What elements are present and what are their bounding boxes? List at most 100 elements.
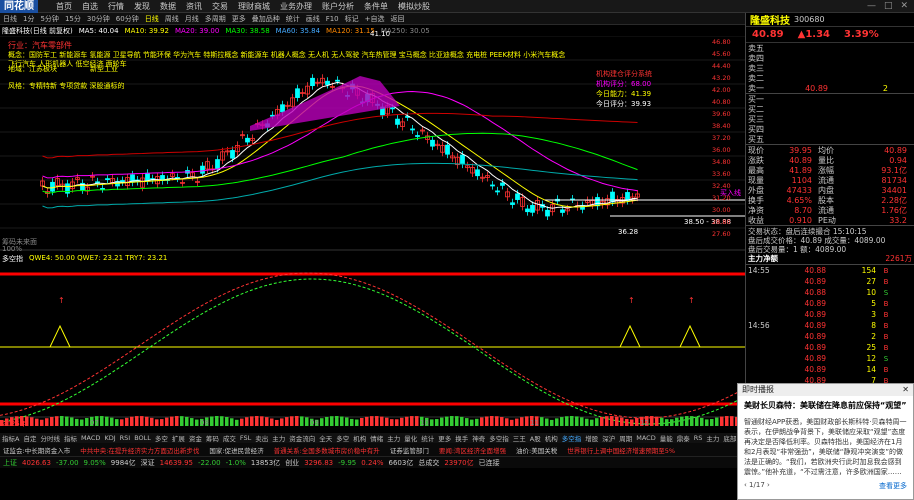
indicator-tab[interactable]: 成交 <box>223 433 236 443</box>
indicator-tab[interactable]: 鼎泰 <box>677 433 690 443</box>
ticker-item[interactable]: 油价:美国关税 <box>516 445 557 455</box>
indicator-tab[interactable]: MACD <box>81 434 100 442</box>
toolbar-item[interactable]: +自选 <box>365 14 385 24</box>
ticker-item[interactable]: 证监会:中长期资金入市 <box>3 445 70 455</box>
menu-item[interactable]: 数据 <box>160 1 176 12</box>
toolbar-item[interactable]: 1分 <box>23 14 34 24</box>
news-more-link[interactable]: 查看更多 <box>879 481 907 491</box>
maximize-icon[interactable]: □ <box>884 1 893 11</box>
toolbar-item[interactable]: 30分钟 <box>87 14 110 24</box>
toolbar-item[interactable]: 日线 <box>3 14 17 24</box>
indicator-tab[interactable]: 周期 <box>619 433 632 443</box>
indicator-tab[interactable]: 量化 <box>404 433 417 443</box>
menu-item[interactable]: 业务办理 <box>280 1 312 12</box>
indicator-title[interactable]: 多空指 <box>2 254 23 264</box>
ticker-item[interactable]: 世界银行上调中国经济增速预期至5% <box>567 445 675 455</box>
minimize-icon[interactable]: — <box>867 1 876 11</box>
menu-item[interactable]: 首页 <box>56 1 72 12</box>
indicator-tab[interactable]: 指标 <box>64 433 77 443</box>
ask-row[interactable]: 卖二 <box>746 73 914 83</box>
indicator-tab[interactable]: 主力 <box>387 433 400 443</box>
ask-row[interactable]: 卖五 <box>746 43 914 53</box>
news-title[interactable]: 美财长贝森特：美联储在降息前应保持“观望” <box>738 396 913 415</box>
indicator-tab[interactable]: 自定 <box>23 433 36 443</box>
close-icon[interactable]: ✕ <box>900 1 908 11</box>
indicator-tab[interactable]: 增股 <box>585 433 598 443</box>
menu-item[interactable]: 条件单 <box>364 1 388 12</box>
indicator-tab[interactable]: 资金 <box>189 433 202 443</box>
news-close-icon[interactable]: ✕ <box>902 384 909 396</box>
ticker-item[interactable]: 普通关系:全国多数城市房价稳中有升 <box>274 445 380 455</box>
toolbar-item[interactable]: 返回 <box>391 14 405 24</box>
bid-row[interactable]: 买二 <box>746 104 914 114</box>
menu-item[interactable]: 交易 <box>212 1 228 12</box>
indicator-tab[interactable]: 分时线 <box>40 433 60 443</box>
indicator-tab[interactable]: 深沪 <box>602 433 615 443</box>
bid-row[interactable]: 买三 <box>746 114 914 124</box>
toolbar-item[interactable]: 5分钟 <box>40 14 58 24</box>
indicator-tab[interactable]: 多空指 <box>562 433 582 443</box>
ask-row[interactable]: 卖一 40.89 2 <box>746 83 914 93</box>
indicator-tab[interactable]: BOLL <box>134 434 151 442</box>
menu-item[interactable]: 模拟炒股 <box>398 1 430 12</box>
toolbar-item[interactable]: 月线 <box>185 14 199 24</box>
indicator-tab[interactable]: 更多 <box>438 433 451 443</box>
indicator-tab[interactable]: 机构 <box>545 433 558 443</box>
menu-item[interactable]: 账户分析 <box>322 1 354 12</box>
indicator-tab[interactable]: MACD <box>636 434 655 442</box>
toolbar-item[interactable]: 多周期 <box>205 14 226 24</box>
indicator-tab[interactable]: 情绪 <box>370 433 383 443</box>
menu-item[interactable]: 自选 <box>82 1 98 12</box>
ask-row[interactable]: 卖四 <box>746 53 914 63</box>
toolbar-item[interactable]: 统计 <box>286 14 300 24</box>
app-logo[interactable]: 同花顺 <box>0 0 38 13</box>
toolbar-item[interactable]: 60分钟 <box>116 14 139 24</box>
toolbar-item[interactable]: 更多 <box>232 14 246 24</box>
indicator-tab[interactable]: 多空 <box>155 433 168 443</box>
indicator-tab[interactable]: 换手 <box>455 433 468 443</box>
indicator-tab[interactable]: 扩展 <box>172 433 185 443</box>
news-prev-icon[interactable]: ‹ <box>744 481 747 489</box>
indicator-tab[interactable]: KDJ <box>104 434 115 442</box>
indicator-tab[interactable]: RS <box>694 434 703 442</box>
indicator-tab[interactable]: 三王 <box>513 433 526 443</box>
toolbar-item[interactable]: 日线 <box>145 14 159 24</box>
indicator-tab[interactable]: 统计 <box>421 433 434 443</box>
ticker-item[interactable]: 国家:促进民营经济 <box>209 445 263 455</box>
menu-item[interactable]: 资讯 <box>186 1 202 12</box>
bid-row[interactable]: 买五 <box>746 134 914 144</box>
indicator-tab[interactable]: 多空 <box>336 433 349 443</box>
indicator-tab[interactable]: 机构 <box>353 433 366 443</box>
menu-item[interactable]: 行情 <box>108 1 124 12</box>
toolbar-item[interactable]: 15分 <box>65 14 81 24</box>
indicator-tab[interactable]: FSL <box>240 434 251 442</box>
indicator-tab[interactable]: 多空指 <box>489 433 509 443</box>
indicator-tab[interactable]: 全天 <box>319 433 332 443</box>
indicator-tab[interactable]: A股 <box>530 433 541 443</box>
menu-item[interactable]: 发现 <box>134 1 150 12</box>
toolbar-item[interactable]: F10 <box>326 15 339 23</box>
toolbar-item[interactable]: 周线 <box>165 14 179 24</box>
news-next-icon[interactable]: › <box>767 481 770 489</box>
indicator-tab[interactable]: 底部 <box>723 433 736 443</box>
indicator-tab[interactable]: 卖出 <box>255 433 268 443</box>
indicator-tab[interactable]: 神奇 <box>472 433 485 443</box>
ticker-item[interactable]: 中共中央:在提升经济实力方面迈出新步伐 <box>80 445 199 455</box>
indicator-tab[interactable]: 主力 <box>272 433 285 443</box>
ticker-item[interactable]: 要闻:湾区经济全面增强 <box>439 445 506 455</box>
toolbar-item[interactable]: 标记 <box>345 14 359 24</box>
indicator-tab[interactable]: RSI <box>120 434 131 442</box>
indicator-tab[interactable]: 主力 <box>706 433 719 443</box>
indicator-tab[interactable]: 筹码 <box>206 433 219 443</box>
bid-row[interactable]: 买一 <box>746 94 914 104</box>
indicator-tab[interactable]: 资金流向 <box>289 433 315 443</box>
menu-item[interactable]: 理财商城 <box>238 1 270 12</box>
bid-row[interactable]: 买四 <box>746 124 914 134</box>
ask-row[interactable]: 卖三 <box>746 63 914 73</box>
indicator-tab[interactable]: 量能 <box>660 433 673 443</box>
toolbar-item[interactable]: 叠加品种 <box>252 14 280 24</box>
ticker-item[interactable]: 证券监管部门 <box>390 445 429 455</box>
toolbar-item[interactable]: 画线 <box>306 14 320 24</box>
indicator-tab[interactable]: 指标A <box>2 433 19 443</box>
kline-chart[interactable]: ↑ ↑ ↑ 行业：汽车零部件 概念：国防军工 新能源车 氢能源 卫星导航 节能环保 … <box>0 30 749 428</box>
